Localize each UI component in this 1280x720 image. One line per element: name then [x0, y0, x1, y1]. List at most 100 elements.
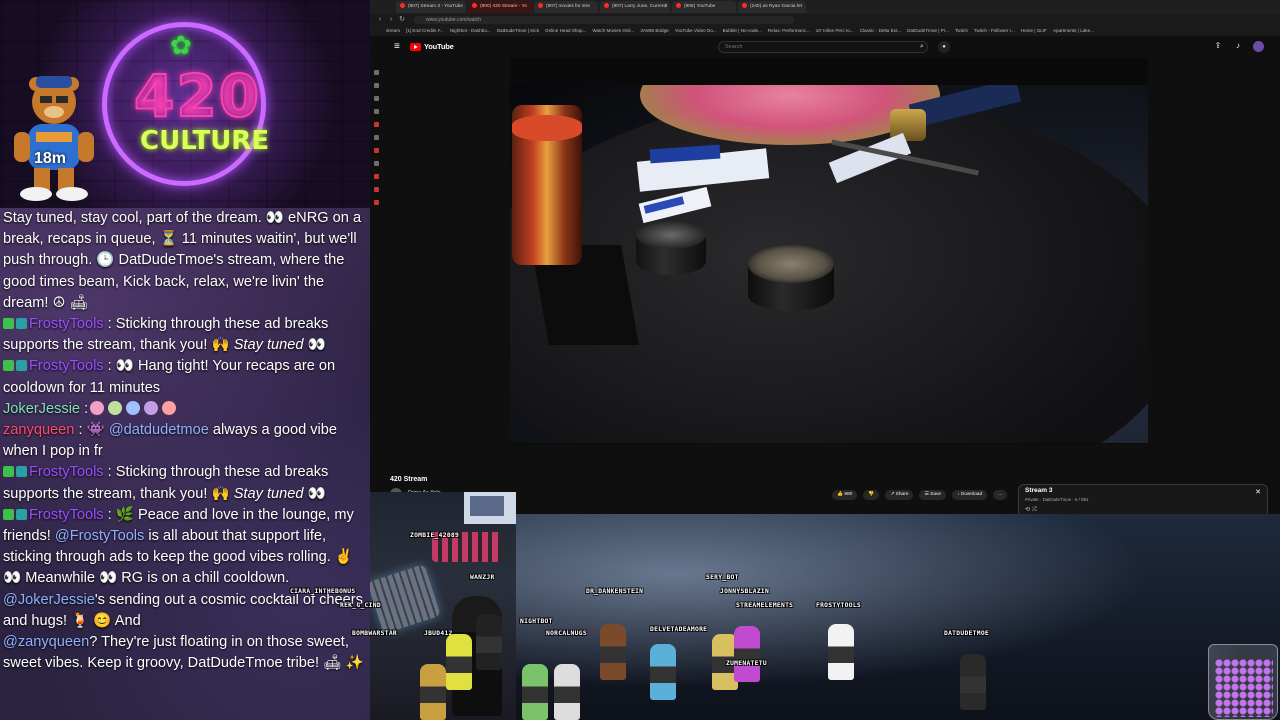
pixel-avatar-icon	[522, 664, 548, 720]
chat-mention[interactable]: @datdudetmoe	[109, 422, 209, 438]
chat-mention[interactable]: @JokerJessie	[3, 592, 95, 608]
chat-mention[interactable]: @zanyqueen	[3, 634, 89, 650]
sidebar-icon[interactable]	[374, 83, 379, 88]
reload-icon[interactable]: ↻	[398, 16, 406, 24]
browser-tab-label: (900) 420 Stream - Yo	[480, 4, 527, 9]
avatar-nametag: FROSTYTOOLS	[816, 602, 862, 609]
bookmark-item[interactable]: Home | GLIF	[1021, 26, 1047, 36]
screen: ✿ 420 CULTURE 18m Stay tuned, stay cool,…	[0, 0, 1280, 720]
youtube-logo[interactable]: YouTube	[410, 42, 454, 51]
youtube-favicon-icon	[742, 3, 747, 8]
chat-message: FrostyTools : Sticking through these ad …	[3, 462, 369, 504]
search-input[interactable]: Search	[718, 41, 928, 53]
loop-shuffle-icons[interactable]: ⟲ ⤮	[1025, 506, 1037, 514]
bookmark-item[interactable]: 3AMW Bridge	[640, 26, 668, 36]
youtube-favicon-icon	[400, 3, 405, 8]
like-button[interactable]: 👍 960	[832, 490, 858, 500]
youtube-favicon-icon	[676, 3, 681, 8]
sidebar-icon[interactable]	[374, 200, 379, 205]
tab-strip: (907) Stream 3 - YouTube (900) 420 Stream…	[370, 0, 1280, 14]
chat-username[interactable]: FrostyTools	[29, 464, 104, 480]
video-player[interactable]	[510, 58, 1148, 444]
sidebar-icon[interactable]	[374, 70, 379, 75]
browser-tab[interactable]: (907) Stream 3 - YouTube	[396, 1, 466, 13]
sidebar-icon[interactable]	[374, 96, 379, 101]
youtube-favicon-icon	[604, 3, 609, 8]
chat-username[interactable]: FrostyTools	[29, 507, 104, 523]
download-button[interactable]: ↓ Download	[952, 490, 988, 500]
dislike-button[interactable]: 👎	[863, 490, 880, 500]
upload-icon[interactable]: ⇪	[1213, 41, 1223, 51]
back-icon[interactable]: ‹	[376, 16, 384, 24]
chat-username[interactable]: JokerJessie	[3, 401, 80, 417]
cam-keyboard	[370, 564, 441, 634]
sidebar-icon[interactable]	[374, 148, 379, 153]
notifications-icon[interactable]: ♪	[1233, 41, 1243, 51]
chat-username[interactable]: zanyqueen	[3, 422, 74, 438]
browser-tab[interactable]: (905) YouTube	[672, 1, 736, 13]
close-icon[interactable]: ✕	[1255, 488, 1261, 496]
cam-monitor	[464, 492, 516, 524]
playlist-panel: Stream 3 Private · DatDudeTmoe - 6 / 891…	[1018, 484, 1268, 514]
sidebar-icon[interactable]	[374, 187, 379, 192]
share-button[interactable]: ↗ Share	[885, 490, 914, 500]
chat-mention[interactable]: @FrostyTools	[55, 528, 144, 544]
video-frame[interactable]	[510, 85, 1148, 443]
more-actions-button[interactable]: ...	[993, 490, 1008, 500]
header-actions: ⇪ ♪	[1213, 41, 1264, 52]
bookmark-item[interactable]: 10' Inline Perc to...	[816, 26, 854, 36]
bookmark-item[interactable]: YouTube Video Do...	[675, 26, 717, 36]
bookmark-item[interactable]: Classic - Delta Ext...	[860, 26, 901, 36]
browser-tab[interactable]: (240) as Ryan Garcia let	[738, 1, 806, 13]
forward-icon[interactable]: ›	[387, 16, 395, 24]
save-button[interactable]: ☰ Save	[919, 490, 947, 500]
chat-username[interactable]: FrostyTools	[29, 358, 104, 374]
sidebar-icon[interactable]	[374, 109, 379, 114]
chat-italic-text: Stay tuned	[233, 337, 304, 354]
sidebar-icon[interactable]	[374, 122, 379, 127]
bookmark-item[interactable]: Relax: Performanc...	[768, 26, 810, 36]
pixel-avatar-icon	[650, 644, 676, 700]
pixel-avatar-icon	[420, 664, 446, 720]
chat-message: Stay tuned, stay cool, part of the dream…	[3, 208, 369, 314]
video-title: 420 Stream	[390, 476, 428, 483]
chat-username[interactable]: FrostyTools	[29, 316, 104, 332]
browser-tab[interactable]: (907) movies for stre	[534, 1, 598, 13]
bookmark-item[interactable]: Bubble | No-code...	[723, 26, 762, 36]
neon-420-text: 420	[133, 61, 262, 131]
search-icon[interactable]: ⌕	[911, 41, 933, 53]
grinder-top	[636, 221, 706, 249]
browser-window: (907) Stream 3 - YouTube (900) 420 Stream…	[370, 0, 1280, 470]
microphone-icon[interactable]: ●	[938, 41, 950, 53]
avatar-nametag: ZUMENATETU	[726, 660, 767, 667]
bookmark-item[interactable]: Watch Movies Onli...	[592, 26, 634, 36]
avatar-nametag: SERY_BOT	[706, 574, 739, 581]
avatar[interactable]	[1253, 41, 1264, 52]
sidebar-icon[interactable]	[374, 135, 379, 140]
avatar-nametag: DR_DANKENSTEIN	[586, 588, 644, 595]
url-field[interactable]: www.youtube.com/watch	[414, 16, 794, 24]
verified-badge-icon	[3, 360, 14, 372]
pixel-avatar-icon	[446, 634, 472, 690]
grinder-top	[748, 245, 834, 283]
bookmark-item[interactable]: Twitch	[955, 26, 968, 36]
sidebar-icon[interactable]	[374, 161, 379, 166]
playlist-title: Stream 3	[1025, 487, 1053, 494]
bookmark-item[interactable]: Apartments | Lake...	[1053, 26, 1094, 36]
hamburger-menu-icon[interactable]: ≡	[394, 42, 400, 52]
bookmark-item[interactable]: DatDudeTmoe | Pr...	[907, 26, 949, 36]
chat-text: 👀	[303, 337, 326, 354]
avatar-nametag: JONNYSBLAZIN	[720, 588, 770, 595]
bookmark-item[interactable]: [1] End Credits F...	[406, 26, 444, 36]
browser-tab[interactable]: (907) Larry June, Curren$	[600, 1, 670, 13]
bookmark-item[interactable]: DatDudeTmoe | Kick	[497, 26, 539, 36]
bookmark-item[interactable]: stream	[386, 26, 400, 36]
bookmark-item[interactable]: Twitch - Follower r...	[974, 26, 1015, 36]
download-label: Download	[960, 492, 983, 497]
bookmark-item[interactable]: Online Head Shop...	[545, 26, 586, 36]
browser-tab[interactable]: (900) 420 Stream - Yo	[468, 1, 532, 13]
avatar-nametag: DATDUDETMOE	[944, 630, 990, 637]
sidebar-icon[interactable]	[374, 174, 379, 179]
avatar-nametag: WANZJR	[470, 574, 495, 581]
bookmark-item[interactable]: Nightbot - Dashbo...	[450, 26, 491, 36]
